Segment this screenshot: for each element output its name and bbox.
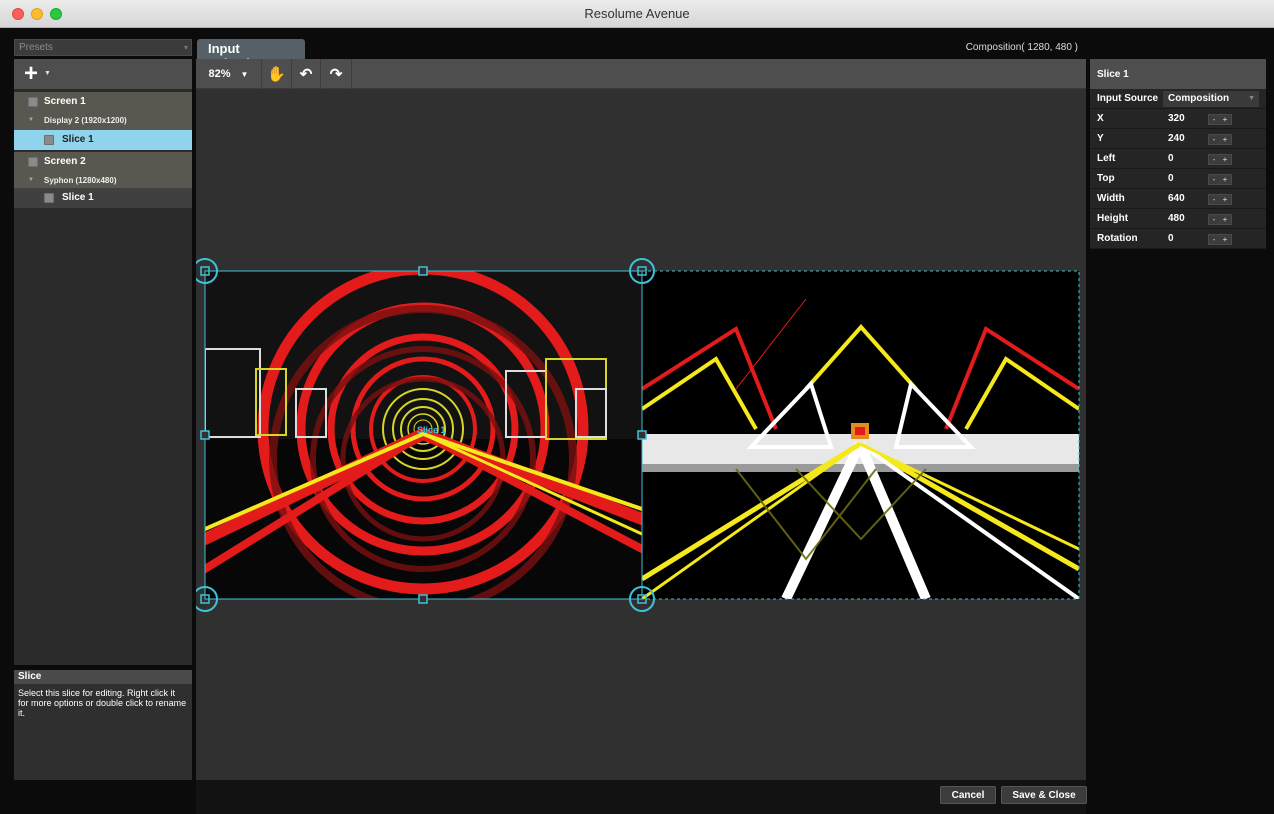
rotation-label: Rotation	[1097, 233, 1138, 244]
input-source-value: Composition	[1168, 93, 1230, 104]
plus-icon[interactable]: +	[24, 62, 38, 86]
tree-item-display-2[interactable]: ▼ Display 2 (1920x1200)	[14, 112, 192, 130]
prop-left-row: Left 0 - +	[1090, 149, 1266, 169]
slice-1-checkbox[interactable]	[44, 135, 54, 145]
plus-button[interactable]: +	[1223, 135, 1228, 144]
left-toolbar: + ▼	[14, 59, 192, 89]
x-value[interactable]: 320	[1168, 113, 1185, 124]
slice-inspector: Input Source Composition ▼ X 320 - + Y 24…	[1090, 89, 1266, 249]
undo-icon[interactable]: ↶	[292, 59, 321, 89]
x-label: X	[1097, 113, 1104, 124]
y-label: Y	[1097, 133, 1104, 144]
minus-button[interactable]: -	[1213, 195, 1216, 204]
redo-icon[interactable]: ↷	[321, 59, 352, 89]
screen-tree: Screen 1 ▼ Display 2 (1920x1200) Slice 1…	[14, 89, 192, 665]
hand-icon[interactable]: ✋	[262, 59, 292, 89]
minus-button[interactable]: -	[1213, 215, 1216, 224]
input-source-row: Input Source Composition ▼	[1090, 89, 1266, 109]
left-value[interactable]: 0	[1168, 153, 1174, 164]
tree-item-screen-1[interactable]: Screen 1	[14, 92, 192, 112]
composition-preview: Slice 1	[192, 258, 1080, 612]
zoom-value: 82%	[208, 68, 231, 80]
x-stepper[interactable]: - +	[1208, 114, 1232, 125]
title-bar: Resolume Avenue	[0, 0, 1274, 28]
display-2-label: Display 2 (1920x1200)	[44, 116, 127, 125]
left-stepper[interactable]: - +	[1208, 154, 1232, 165]
rotation-stepper[interactable]: - +	[1208, 234, 1232, 245]
plus-button[interactable]: +	[1223, 215, 1228, 224]
save-close-button[interactable]: Save & Close	[1001, 786, 1087, 804]
chevron-down-icon: ▾	[183, 43, 188, 52]
input-source-dropdown[interactable]: Composition ▼	[1163, 91, 1259, 107]
presets-label: Presets	[19, 42, 53, 53]
slice-1-video-preview: Slice 1	[205, 271, 642, 599]
screen-1-label: Screen 1	[44, 96, 86, 107]
zoom-dropdown[interactable]: 82% ▼	[196, 59, 262, 89]
prop-width-row: Width 640 - +	[1090, 189, 1266, 209]
top-stepper[interactable]: - +	[1208, 174, 1232, 185]
minus-button[interactable]: -	[1213, 235, 1216, 244]
width-stepper[interactable]: - +	[1208, 194, 1232, 205]
input-canvas[interactable]: Slice 1	[192, 89, 1086, 780]
top-value[interactable]: 0	[1168, 173, 1174, 184]
prop-top-row: Top 0 - +	[1090, 169, 1266, 189]
composition-size-label: Composition( 1280, 480 )	[965, 42, 1078, 53]
plus-button[interactable]: +	[1223, 115, 1228, 124]
tree-item-slice-1-selected[interactable]: Slice 1	[14, 130, 192, 150]
minus-button[interactable]: -	[1213, 175, 1216, 184]
slice-1-label: Slice 1	[62, 134, 94, 145]
plus-button[interactable]: +	[1223, 195, 1228, 204]
prop-rotation-row: Rotation 0 - +	[1090, 229, 1266, 249]
rotation-value[interactable]: 0	[1168, 233, 1174, 244]
plus-button[interactable]: +	[1223, 175, 1228, 184]
screen-1-checkbox[interactable]	[28, 97, 38, 107]
disclosure-triangle-icon[interactable]: ▼	[28, 177, 34, 183]
width-label: Width	[1097, 193, 1125, 204]
prop-y-row: Y 240 - +	[1090, 129, 1266, 149]
plus-button[interactable]: +	[1223, 235, 1228, 244]
prop-x-row: X 320 - +	[1090, 109, 1266, 129]
minus-button[interactable]: -	[1213, 115, 1216, 124]
presets-dropdown[interactable]: Presets ▾	[14, 39, 192, 56]
y-value[interactable]: 240	[1168, 133, 1185, 144]
input-source-label: Input Source	[1097, 93, 1159, 104]
plus-button[interactable]: +	[1223, 155, 1228, 164]
slice-1-checkbox[interactable]	[44, 193, 54, 203]
prop-height-row: Height 480 - +	[1090, 209, 1266, 229]
chevron-down-icon[interactable]: ▼	[44, 70, 51, 77]
composition-video-preview	[642, 271, 1079, 599]
tab-input-selection[interactable]: Input Selection	[197, 39, 305, 71]
height-value[interactable]: 480	[1168, 213, 1185, 224]
top-label: Top	[1097, 173, 1115, 184]
window-title: Resolume Avenue	[584, 6, 690, 21]
minus-button[interactable]: -	[1213, 155, 1216, 164]
screen-2-label: Screen 2	[44, 156, 86, 167]
left-label: Left	[1097, 153, 1116, 164]
slice-name-overlay: Slice 1	[417, 425, 446, 435]
chevron-down-icon: ▼	[240, 69, 249, 79]
minus-button[interactable]: -	[1213, 135, 1216, 144]
inspector-title: Slice 1	[1090, 59, 1266, 89]
height-label: Height	[1097, 213, 1129, 224]
canvas-toolbar: 82% ▼ ✋ ↶ ↷	[196, 59, 1086, 89]
syphon-label: Syphon (1280x480)	[44, 176, 117, 185]
screen-2-checkbox[interactable]	[28, 157, 38, 167]
help-text: Select this slice for editing. Right cli…	[14, 684, 192, 780]
width-value[interactable]: 640	[1168, 193, 1185, 204]
y-stepper[interactable]: - +	[1208, 134, 1232, 145]
tree-item-slice-1-screen-2[interactable]: Slice 1	[14, 188, 192, 208]
help-title: Slice	[14, 670, 192, 684]
chevron-down-icon: ▼	[1248, 95, 1255, 102]
cancel-button[interactable]: Cancel	[940, 786, 996, 804]
height-stepper[interactable]: - +	[1208, 214, 1232, 225]
disclosure-triangle-icon[interactable]: ▼	[28, 117, 34, 123]
slice-1-label: Slice 1	[62, 192, 94, 203]
tree-item-screen-2[interactable]: Screen 2	[14, 152, 192, 172]
